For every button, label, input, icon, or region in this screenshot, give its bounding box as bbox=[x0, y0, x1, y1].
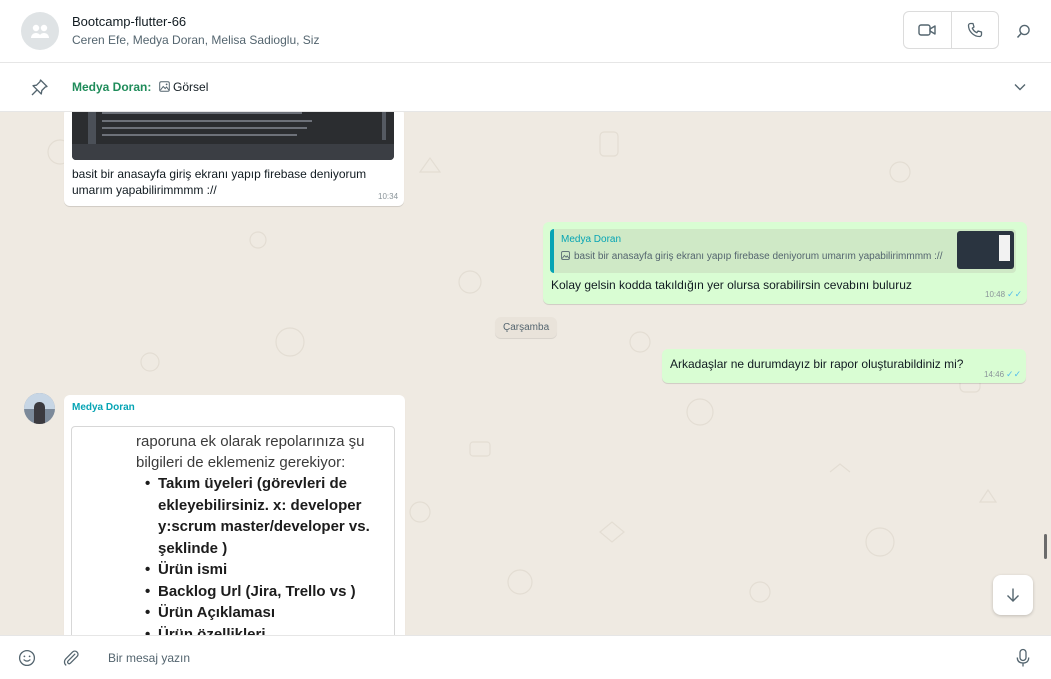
image-text-intro: raporuna ek olarak repolarınıza şu bilgi… bbox=[136, 433, 365, 471]
paperclip-icon[interactable] bbox=[62, 649, 80, 672]
chat-header: Bootcamp-flutter-66 Ceren Efe, Medya Dor… bbox=[0, 0, 1051, 63]
chat-members[interactable]: Ceren Efe, Medya Doran, Melisa Sadioglu,… bbox=[72, 33, 319, 47]
chat-area[interactable]: basit bir anasayfa giriş ekranı yapıp fi… bbox=[0, 112, 1051, 635]
message-text: basit bir anasayfa giriş ekranı yapıp fi… bbox=[72, 167, 367, 197]
message-text: Arkadaşlar ne durumdayız bir rapor oluşt… bbox=[670, 357, 964, 371]
message-composer bbox=[0, 635, 1051, 679]
image-text-item: Backlog Url (Jira, Trello vs ) bbox=[145, 581, 388, 603]
voice-call-button[interactable] bbox=[950, 12, 999, 48]
image-text-item: Ürün Açıklaması bbox=[145, 602, 388, 624]
message-bubble[interactable]: Arkadaşlar ne durumdayız bir rapor oluşt… bbox=[662, 349, 1026, 383]
message-bubble[interactable]: Medya Doran raporuna ek olarak repoların… bbox=[64, 395, 405, 635]
emoji-icon[interactable] bbox=[18, 649, 36, 672]
group-avatar-icon[interactable] bbox=[21, 12, 59, 50]
date-divider: Çarşamba bbox=[495, 317, 558, 338]
image-icon bbox=[158, 81, 170, 92]
message-bubble[interactable]: basit bir anasayfa giriş ekranı yapıp fi… bbox=[64, 112, 404, 206]
pinned-message-bar[interactable]: Medya Doran: Görsel bbox=[0, 63, 1051, 112]
quoted-text-content: basit bir anasayfa giriş ekranı yapıp fi… bbox=[574, 251, 943, 262]
pinned-message-text: Medya Doran: Görsel bbox=[72, 80, 208, 94]
microphone-icon[interactable] bbox=[1014, 648, 1032, 673]
pin-icon bbox=[28, 77, 50, 104]
pinned-content: Görsel bbox=[173, 80, 209, 94]
scrollbar[interactable] bbox=[1044, 534, 1047, 559]
image-text-item: Ürün özellikleri bbox=[145, 624, 388, 636]
image-text-list: Takım üyeleri (görevleri de ekleyebilirs… bbox=[145, 473, 388, 636]
double-check-icon: ✓✓ bbox=[1006, 369, 1022, 379]
pinned-sender: Medya Doran: bbox=[72, 80, 152, 94]
voice-call-icon bbox=[967, 22, 982, 38]
image-text-item: Ürün ismi bbox=[145, 559, 388, 581]
chevron-down-icon[interactable] bbox=[1012, 79, 1028, 100]
quoted-text: basit bir anasayfa giriş ekranı yapıp fi… bbox=[561, 251, 942, 262]
video-call-icon bbox=[918, 24, 936, 36]
double-check-icon: ✓✓ bbox=[1007, 289, 1023, 299]
quoted-sender: Medya Doran bbox=[561, 234, 622, 245]
quoted-message[interactable]: Medya Doran basit bir anasayfa giriş ekr… bbox=[550, 229, 1016, 273]
scroll-to-bottom-button[interactable] bbox=[993, 575, 1033, 615]
message-bubble[interactable]: Medya Doran basit bir anasayfa giriş ekr… bbox=[543, 222, 1027, 304]
search-button[interactable] bbox=[1010, 18, 1036, 44]
video-call-button[interactable] bbox=[904, 12, 951, 48]
chat-title[interactable]: Bootcamp-flutter-66 bbox=[72, 14, 186, 29]
message-input[interactable] bbox=[98, 646, 978, 670]
message-time: 10:48 ✓✓ bbox=[985, 289, 1022, 300]
message-sender[interactable]: Medya Doran bbox=[72, 402, 135, 413]
message-time-value: 10:48 bbox=[985, 290, 1006, 299]
message-text: Kolay gelsin kodda takıldığın yer olursa… bbox=[551, 278, 912, 292]
arrow-down-icon bbox=[1007, 588, 1019, 602]
message-time: 10:34 bbox=[378, 192, 399, 201]
message-time: 14:46 ✓✓ bbox=[984, 369, 1021, 380]
call-buttons bbox=[903, 11, 999, 49]
search-icon bbox=[1016, 24, 1030, 38]
image-icon bbox=[561, 251, 570, 260]
avatar[interactable] bbox=[24, 393, 55, 424]
message-image[interactable] bbox=[72, 112, 394, 160]
image-text-item: Takım üyeleri (görevleri de ekleyebilirs… bbox=[145, 473, 388, 559]
message-image[interactable]: raporuna ek olarak repolarınıza şu bilgi… bbox=[71, 426, 395, 635]
quoted-image-thumbnail bbox=[957, 231, 1014, 269]
message-time-value: 14:46 bbox=[984, 370, 1005, 379]
